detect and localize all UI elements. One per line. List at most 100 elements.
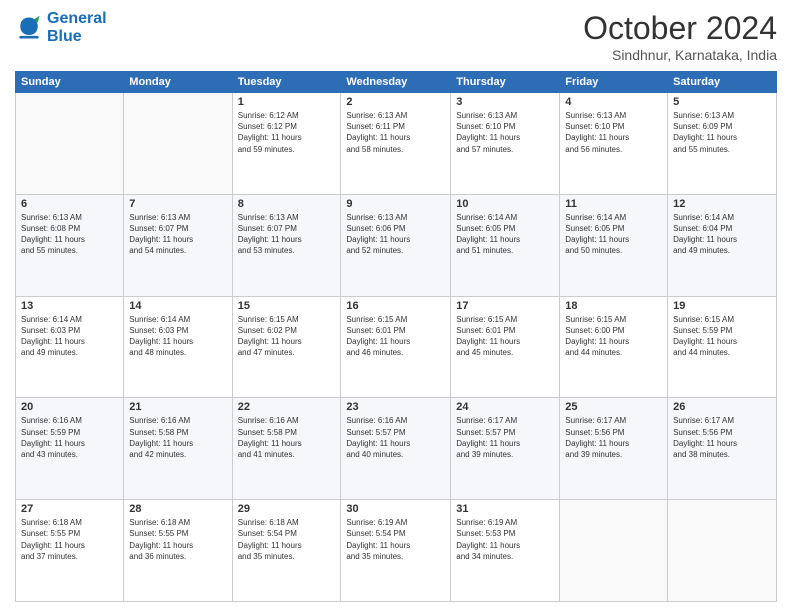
day-cell: 11 Sunrise: 6:14 AM Sunset: 6:05 PM Dayli… — [560, 194, 668, 296]
day-info: Sunrise: 6:13 AM Sunset: 6:06 PM Dayligh… — [346, 212, 445, 257]
day-number: 18 — [565, 300, 662, 312]
day-info: Sunrise: 6:14 AM Sunset: 6:03 PM Dayligh… — [21, 314, 118, 359]
day-number: 2 — [346, 96, 445, 108]
day-number: 8 — [238, 198, 336, 210]
day-cell: 17 Sunrise: 6:15 AM Sunset: 6:01 PM Dayli… — [451, 296, 560, 398]
day-cell: 3 Sunrise: 6:13 AM Sunset: 6:10 PM Daylig… — [451, 93, 560, 195]
day-number: 10 — [456, 198, 554, 210]
day-cell: 27 Sunrise: 6:18 AM Sunset: 5:55 PM Dayli… — [16, 500, 124, 602]
week-row-2: 13 Sunrise: 6:14 AM Sunset: 6:03 PM Dayli… — [16, 296, 777, 398]
day-number: 14 — [129, 300, 226, 312]
day-number: 26 — [673, 401, 771, 413]
day-number: 12 — [673, 198, 771, 210]
header-saturday: Saturday — [668, 72, 777, 93]
day-number: 6 — [21, 198, 118, 210]
day-cell: 19Sunrise: 6:15 AM Sunset: 5:59 PM Dayli… — [668, 296, 777, 398]
week-row-4: 27 Sunrise: 6:18 AM Sunset: 5:55 PM Dayli… — [16, 500, 777, 602]
day-info: Sunrise: 6:14 AM Sunset: 6:05 PM Dayligh… — [456, 212, 554, 257]
header-thursday: Thursday — [451, 72, 560, 93]
day-number: 1 — [238, 96, 336, 108]
day-cell — [668, 500, 777, 602]
day-number: 9 — [346, 198, 445, 210]
day-cell: 6 Sunrise: 6:13 AM Sunset: 6:08 PM Daylig… — [16, 194, 124, 296]
day-info: Sunrise: 6:16 AM Sunset: 5:59 PM Dayligh… — [21, 415, 118, 460]
day-info: Sunrise: 6:13 AM Sunset: 6:11 PM Dayligh… — [346, 110, 445, 155]
day-number: 25 — [565, 401, 662, 413]
logo-text: General Blue — [47, 10, 107, 46]
day-info: Sunrise: 6:13 AM Sunset: 6:08 PM Dayligh… — [21, 212, 118, 257]
day-number: 3 — [456, 96, 554, 108]
day-cell: 20Sunrise: 6:16 AM Sunset: 5:59 PM Dayli… — [16, 398, 124, 500]
day-cell: 1Sunrise: 6:12 AM Sunset: 6:12 PM Daylig… — [232, 93, 341, 195]
day-info: Sunrise: 6:16 AM Sunset: 5:58 PM Dayligh… — [129, 415, 226, 460]
day-number: 5 — [673, 96, 771, 108]
header-row: Sunday Monday Tuesday Wednesday Thursday… — [16, 72, 777, 93]
calendar-page: General Blue October 2024 Sindhnur, Karn… — [0, 0, 792, 612]
day-info: Sunrise: 6:13 AM Sunset: 6:07 PM Dayligh… — [129, 212, 226, 257]
day-info: Sunrise: 6:14 AM Sunset: 6:03 PM Dayligh… — [129, 314, 226, 359]
day-info: Sunrise: 6:13 AM Sunset: 6:07 PM Dayligh… — [238, 212, 336, 257]
header-sunday: Sunday — [16, 72, 124, 93]
day-number: 21 — [129, 401, 226, 413]
day-info: Sunrise: 6:18 AM Sunset: 5:55 PM Dayligh… — [21, 517, 118, 562]
day-info: Sunrise: 6:15 AM Sunset: 6:02 PM Dayligh… — [238, 314, 336, 359]
day-info: Sunrise: 6:15 AM Sunset: 6:00 PM Dayligh… — [565, 314, 662, 359]
day-number: 15 — [238, 300, 336, 312]
day-number: 27 — [21, 503, 118, 515]
day-info: Sunrise: 6:19 AM Sunset: 5:54 PM Dayligh… — [346, 517, 445, 562]
logo: General Blue — [15, 10, 107, 46]
day-cell: 12 Sunrise: 6:14 AM Sunset: 6:04 PM Dayli… — [668, 194, 777, 296]
day-number: 24 — [456, 401, 554, 413]
day-number: 11 — [565, 198, 662, 210]
day-info: Sunrise: 6:19 AM Sunset: 5:53 PM Dayligh… — [456, 517, 554, 562]
day-number: 23 — [346, 401, 445, 413]
day-info: Sunrise: 6:17 AM Sunset: 5:56 PM Dayligh… — [565, 415, 662, 460]
day-info: Sunrise: 6:13 AM Sunset: 6:10 PM Dayligh… — [565, 110, 662, 155]
week-row-0: 1Sunrise: 6:12 AM Sunset: 6:12 PM Daylig… — [16, 93, 777, 195]
day-cell: 25 Sunrise: 6:17 AM Sunset: 5:56 PM Dayli… — [560, 398, 668, 500]
day-cell: 28Sunrise: 6:18 AM Sunset: 5:55 PM Dayli… — [124, 500, 232, 602]
day-cell: 31 Sunrise: 6:19 AM Sunset: 5:53 PM Dayli… — [451, 500, 560, 602]
day-cell: 30Sunrise: 6:19 AM Sunset: 5:54 PM Dayli… — [341, 500, 451, 602]
day-info: Sunrise: 6:16 AM Sunset: 5:57 PM Dayligh… — [346, 415, 445, 460]
day-cell: 24 Sunrise: 6:17 AM Sunset: 5:57 PM Dayli… — [451, 398, 560, 500]
day-cell: 10 Sunrise: 6:14 AM Sunset: 6:05 PM Dayli… — [451, 194, 560, 296]
day-cell: 5 Sunrise: 6:13 AM Sunset: 6:09 PM Daylig… — [668, 93, 777, 195]
day-cell: 23 Sunrise: 6:16 AM Sunset: 5:57 PM Dayli… — [341, 398, 451, 500]
day-cell: 15 Sunrise: 6:15 AM Sunset: 6:02 PM Dayli… — [232, 296, 341, 398]
day-info: Sunrise: 6:16 AM Sunset: 5:58 PM Dayligh… — [238, 415, 336, 460]
week-row-1: 6 Sunrise: 6:13 AM Sunset: 6:08 PM Daylig… — [16, 194, 777, 296]
day-info: Sunrise: 6:18 AM Sunset: 5:54 PM Dayligh… — [238, 517, 336, 562]
day-cell: 16Sunrise: 6:15 AM Sunset: 6:01 PM Dayli… — [341, 296, 451, 398]
day-number: 4 — [565, 96, 662, 108]
day-cell: 7 Sunrise: 6:13 AM Sunset: 6:07 PM Daylig… — [124, 194, 232, 296]
day-number: 29 — [238, 503, 336, 515]
day-info: Sunrise: 6:17 AM Sunset: 5:56 PM Dayligh… — [673, 415, 771, 460]
day-info: Sunrise: 6:14 AM Sunset: 6:05 PM Dayligh… — [565, 212, 662, 257]
header-tuesday: Tuesday — [232, 72, 341, 93]
day-cell: 21 Sunrise: 6:16 AM Sunset: 5:58 PM Dayli… — [124, 398, 232, 500]
day-info: Sunrise: 6:14 AM Sunset: 6:04 PM Dayligh… — [673, 212, 771, 257]
day-number: 13 — [21, 300, 118, 312]
day-number: 31 — [456, 503, 554, 515]
day-info: Sunrise: 6:15 AM Sunset: 6:01 PM Dayligh… — [346, 314, 445, 359]
day-info: Sunrise: 6:13 AM Sunset: 6:09 PM Dayligh… — [673, 110, 771, 155]
day-cell: 2 Sunrise: 6:13 AM Sunset: 6:11 PM Daylig… — [341, 93, 451, 195]
day-number: 19 — [673, 300, 771, 312]
day-cell — [16, 93, 124, 195]
day-cell: 9 Sunrise: 6:13 AM Sunset: 6:06 PM Daylig… — [341, 194, 451, 296]
title-block: October 2024 Sindhnur, Karnataka, India — [583, 10, 777, 63]
header-wednesday: Wednesday — [341, 72, 451, 93]
day-cell — [124, 93, 232, 195]
header-friday: Friday — [560, 72, 668, 93]
day-info: Sunrise: 6:18 AM Sunset: 5:55 PM Dayligh… — [129, 517, 226, 562]
day-info: Sunrise: 6:13 AM Sunset: 6:10 PM Dayligh… — [456, 110, 554, 155]
day-number: 22 — [238, 401, 336, 413]
day-number: 17 — [456, 300, 554, 312]
day-cell: 8 Sunrise: 6:13 AM Sunset: 6:07 PM Daylig… — [232, 194, 341, 296]
header: General Blue October 2024 Sindhnur, Karn… — [15, 10, 777, 63]
day-info: Sunrise: 6:17 AM Sunset: 5:57 PM Dayligh… — [456, 415, 554, 460]
location-title: Sindhnur, Karnataka, India — [583, 47, 777, 63]
day-number: 7 — [129, 198, 226, 210]
day-info: Sunrise: 6:15 AM Sunset: 6:01 PM Dayligh… — [456, 314, 554, 359]
